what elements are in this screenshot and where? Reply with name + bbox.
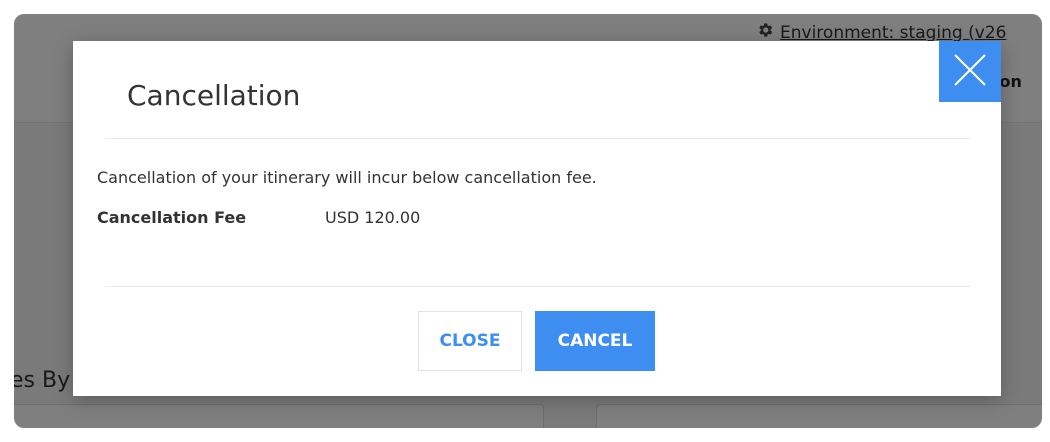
cancel-button[interactable]: CANCEL — [535, 311, 655, 371]
cancellation-fee-value: USD 120.00 — [325, 208, 421, 227]
close-icon — [953, 53, 987, 91]
modal-divider — [105, 138, 971, 139]
modal-title: Cancellation — [127, 79, 301, 112]
screenshot-frame: Environment: staging (v26 ion es By Canc… — [14, 14, 1042, 428]
cancellation-modal: Cancellation Cancellation of your itiner… — [73, 41, 1001, 396]
modal-divider — [105, 286, 971, 287]
modal-close-x-button[interactable] — [939, 41, 1001, 102]
cancellation-message: Cancellation of your itinerary will incu… — [97, 168, 597, 187]
cancellation-fee-label: Cancellation Fee — [97, 208, 247, 227]
close-button[interactable]: CLOSE — [418, 311, 522, 371]
